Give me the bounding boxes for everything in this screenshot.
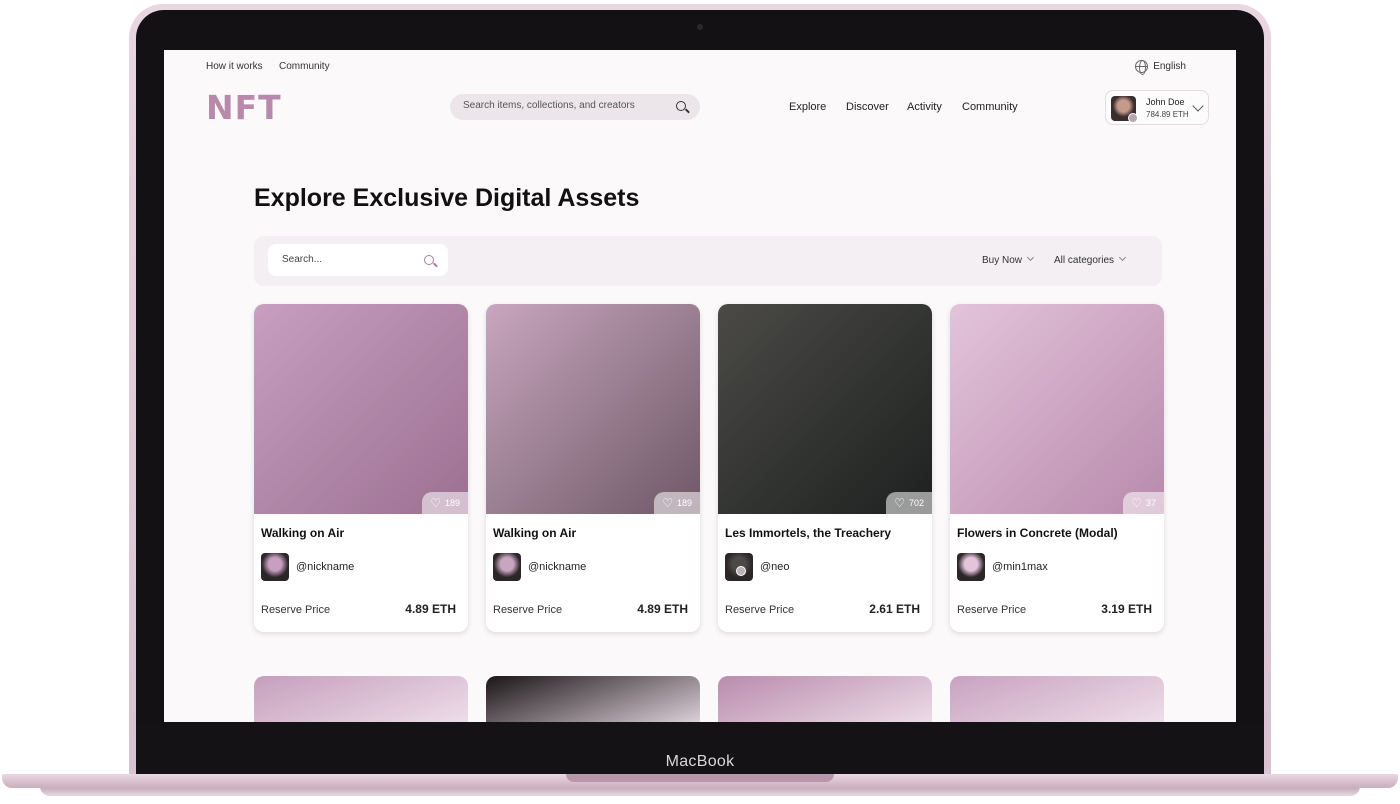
nft-title[interactable]: Walking on Air xyxy=(261,526,344,540)
page-title: Explore Exclusive Digital Assets xyxy=(254,184,640,212)
global-search-placeholder: Search items, collections, and creators xyxy=(463,100,635,111)
nft-artwork[interactable]: ♡ 189 xyxy=(254,304,468,514)
heart-icon: ♡ xyxy=(894,496,905,510)
reserve-price-value: 3.19 ETH xyxy=(1101,602,1152,616)
likes-count: 37 xyxy=(1145,498,1156,508)
nft-title[interactable]: Walking on Air xyxy=(493,526,576,540)
site-logo[interactable]: NFT xyxy=(206,88,282,127)
browser-screen: How it works Community English NFT Searc… xyxy=(164,50,1236,722)
reserve-price-value: 4.89 ETH xyxy=(405,602,456,616)
nft-card[interactable]: ♡ 37 Flowers in Concrete (Modal) @min1max Re… xyxy=(950,304,1164,632)
creator-nickname[interactable]: @nickname xyxy=(296,561,354,573)
heart-icon: ♡ xyxy=(1131,496,1142,510)
sale-type-label: Buy Now xyxy=(982,255,1023,266)
laptop-notch xyxy=(566,774,834,782)
device-label: MacBook xyxy=(665,753,735,770)
category-dropdown[interactable]: All categories xyxy=(1054,253,1127,266)
nft-title[interactable]: Flowers in Concrete (Modal) xyxy=(957,526,1118,540)
global-search-input[interactable]: Search items, collections, and creators xyxy=(450,94,700,120)
reserve-price-value: 4.89 ETH xyxy=(637,602,688,616)
top-utility-bar: How it works Community English xyxy=(164,50,1236,82)
laptop-mockup: How it works Community English NFT Searc… xyxy=(0,0,1400,804)
creator-avatar[interactable] xyxy=(957,553,985,581)
nft-card-partial[interactable] xyxy=(486,676,700,722)
reserve-price-label: Reserve Price xyxy=(261,604,331,616)
camera-icon xyxy=(697,24,703,30)
user-balance: 784.89 ETH xyxy=(1146,110,1189,119)
how-it-works-link[interactable]: How it works xyxy=(206,61,263,72)
creator-avatar[interactable] xyxy=(261,553,289,581)
reserve-price-label: Reserve Price xyxy=(493,604,563,616)
likes-count: 189 xyxy=(676,498,692,508)
asset-search-input[interactable]: Search... xyxy=(268,244,448,276)
user-menu[interactable]: John Doe 784.89 ETH xyxy=(1105,90,1209,125)
category-label: All categories xyxy=(1054,255,1115,266)
nft-title[interactable]: Les Immortels, the Treachery xyxy=(725,526,891,540)
user-name: John Doe xyxy=(1146,97,1185,107)
globe-icon xyxy=(1135,60,1149,75)
heart-icon: ♡ xyxy=(430,496,441,510)
creator-avatar[interactable] xyxy=(493,553,521,581)
reserve-price-label: Reserve Price xyxy=(957,604,1027,616)
search-icon[interactable] xyxy=(676,101,686,114)
likes-badge[interactable]: ♡ 189 xyxy=(422,492,468,514)
nav-discover[interactable]: Discover xyxy=(846,101,889,113)
verified-icon xyxy=(1128,113,1138,123)
reserve-price-label: Reserve Price xyxy=(725,604,795,616)
reserve-price-value: 2.61 ETH xyxy=(869,602,920,616)
nav-community[interactable]: Community xyxy=(962,101,1018,113)
likes-badge[interactable]: ♡ 702 xyxy=(886,492,932,514)
nav-explore[interactable]: Explore xyxy=(789,101,826,113)
creator-nickname[interactable]: @nickname xyxy=(528,561,586,573)
language-label: English xyxy=(1153,61,1186,72)
nft-card[interactable]: ♡ 189 Walking on Air @nickname Reserve Price… xyxy=(486,304,700,632)
asset-search-placeholder: Search... xyxy=(282,254,323,265)
nft-card-partial[interactable] xyxy=(254,676,468,722)
chevron-down-icon xyxy=(1192,100,1204,112)
nft-card-partial[interactable] xyxy=(950,676,1164,722)
nft-artwork[interactable]: ♡ 702 xyxy=(718,304,932,514)
search-icon[interactable] xyxy=(424,255,434,268)
chevron-down-icon xyxy=(1026,253,1035,262)
creator-nickname[interactable]: @neo xyxy=(760,561,790,573)
creator-nickname[interactable]: @min1max xyxy=(992,561,1048,573)
verified-icon xyxy=(736,566,746,576)
nft-card-partial[interactable] xyxy=(718,676,932,722)
nft-artwork[interactable]: ♡ 189 xyxy=(486,304,700,514)
filter-bar: Search... Buy Now All categories xyxy=(254,236,1162,286)
likes-count: 702 xyxy=(908,498,924,508)
nav-activity[interactable]: Activity xyxy=(907,101,942,113)
nft-card[interactable]: ♡ 189 Walking on Air @nickname Reserve Price… xyxy=(254,304,468,632)
community-top-link[interactable]: Community xyxy=(279,61,330,72)
nft-card[interactable]: ♡ 702 Les Immortels, the Treachery @neo Rese… xyxy=(718,304,932,632)
chevron-down-icon xyxy=(1118,253,1127,262)
sale-type-dropdown[interactable]: Buy Now xyxy=(982,253,1035,266)
likes-badge[interactable]: ♡ 189 xyxy=(654,492,700,514)
likes-count: 189 xyxy=(444,498,460,508)
heart-icon: ♡ xyxy=(662,496,673,510)
language-selector[interactable]: English xyxy=(1135,60,1186,75)
likes-badge[interactable]: ♡ 37 xyxy=(1123,492,1164,514)
nft-artwork[interactable]: ♡ 37 xyxy=(950,304,1164,514)
